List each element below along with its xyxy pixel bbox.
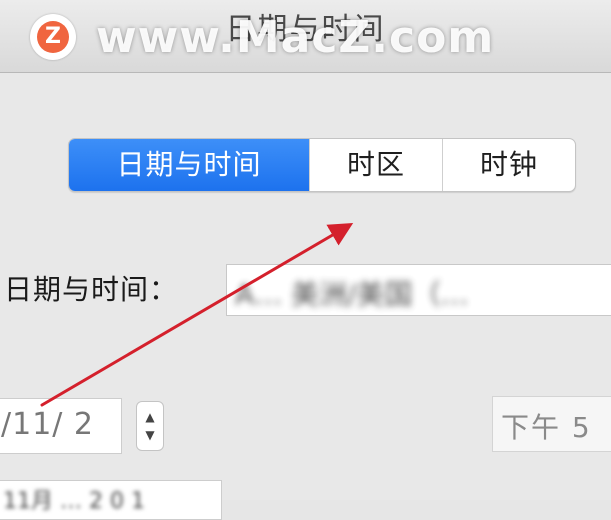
tab-time-zone[interactable]: 时区 [309,139,442,191]
watermark-logo: Z [30,14,76,60]
tab-date-time[interactable]: 日期与时间 [69,139,309,191]
date-input[interactable]: /11/ 2 [0,398,122,454]
title-bar: 日期与时间 Z www.MacZ.com [0,0,611,73]
time-input-value: 下午 5 [501,411,592,444]
tab-clock[interactable]: 时钟 [442,139,575,191]
time-input[interactable]: 下午 5 [492,396,611,452]
stepper-down-icon[interactable]: ▼ [137,429,163,441]
date-time-label: 日期与时间： [4,273,179,306]
stepper-up-icon[interactable]: ▲ [137,411,163,423]
watermark-text: www.MacZ.com [96,12,495,63]
timezone-server-field[interactable]: A… 美洲/美国（… [226,264,611,316]
timezone-server-value: A… 美洲/美国（… [235,278,469,311]
calendar-header-value: 11月 … 2 0 1 [3,489,145,514]
date-stepper[interactable]: ▲ ▼ [136,401,164,451]
watermark-logo-letter: Z [37,21,69,53]
date-input-value: /11/ 2 [1,407,95,442]
calendar-header: 11月 … 2 0 1 [0,480,222,520]
tab-bar: 日期与时间 时区 时钟 [68,138,576,192]
